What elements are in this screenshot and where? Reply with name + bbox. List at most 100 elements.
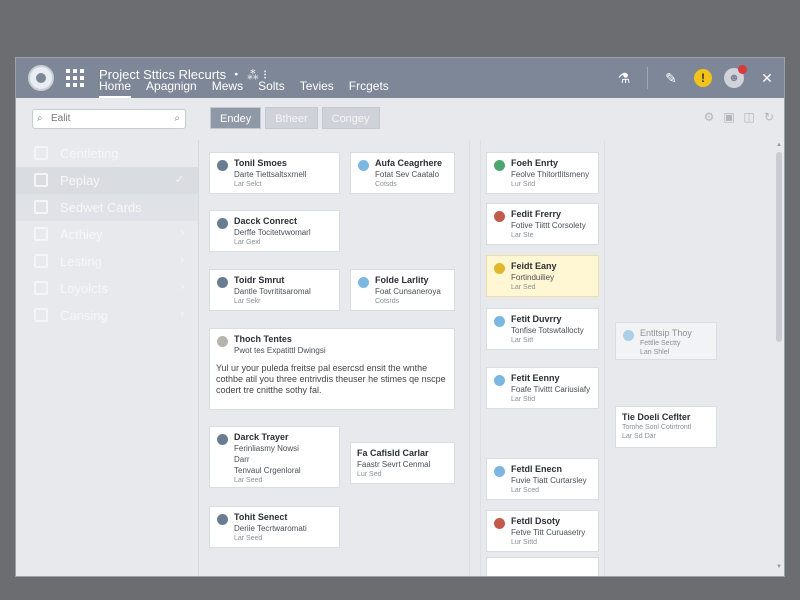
search-submit-icon[interactable]: ⌕ <box>174 113 180 124</box>
shield-icon <box>34 308 48 322</box>
sidebar-item-lesting[interactable]: Lesting › <box>16 248 198 275</box>
nav-tevies[interactable]: Tevies <box>300 79 334 98</box>
card[interactable]: Tie Doeli Ceflter Tomhe Sonl Cotirtrontl… <box>615 406 717 448</box>
search-input[interactable]: ⌕ Ealit ⌕ <box>32 109 186 129</box>
scrollbar-thumb[interactable] <box>776 152 782 342</box>
card[interactable]: Fetit Eenny Foafe Tivittt Cariusiafy Lar… <box>486 367 599 409</box>
card-meta: Lar Sekr <box>234 298 261 305</box>
scroll-down-icon[interactable]: ▼ <box>776 564 782 570</box>
card[interactable]: Toidr Smrut Dantle Tovrititsaromal Lar S… <box>209 269 340 311</box>
notification-dot <box>738 65 747 74</box>
nav-home[interactable]: Home <box>99 79 132 98</box>
card-meta: Lar Sitt <box>511 337 534 344</box>
view-button-btheer[interactable]: Btheer <box>265 107 318 129</box>
settings-icon[interactable]: ⚙ <box>702 110 716 124</box>
apps-grid-icon[interactable] <box>66 69 84 87</box>
card[interactable]: Fedit Frerry Fotive Tiittt Corsolety Lar… <box>486 203 599 245</box>
flask-icon[interactable]: ⚗ <box>613 67 635 89</box>
card-title: Aufa Ceagrhere <box>375 158 443 168</box>
sidebar-item-label: Peplay <box>60 173 100 188</box>
card-title: Tie Doeli Ceflter <box>622 412 691 422</box>
close-icon[interactable]: ✕ <box>756 67 778 89</box>
card[interactable]: Fa Cafisld Carlar Faastr Sevrt Cenmal Lu… <box>350 442 455 484</box>
card-subtitle: Feolve Thitortlitsmeny <box>511 170 590 179</box>
card-meta: Lar Ste <box>511 232 534 239</box>
chevron-right-icon: › <box>180 308 184 320</box>
sidebar-item-acthiey[interactable]: Acthiey › <box>16 221 198 248</box>
sidebar-item-label: Loyolcts <box>60 281 108 296</box>
card[interactable]: Fetit Duvrry Tonfise Totswtallocty Lar S… <box>486 308 599 350</box>
list-icon <box>34 254 48 268</box>
card-meta: Lar Selct <box>234 181 262 188</box>
user-avatar-icon <box>217 277 228 288</box>
card[interactable]: Tonil Smoes Darte Tiettsaltsxrnell Lar S… <box>209 152 340 194</box>
edit-icon[interactable]: ✎ <box>660 67 682 89</box>
building-icon <box>34 146 48 160</box>
card-title: Fetdl Dsoty <box>511 516 561 526</box>
nav-solts[interactable]: Solts <box>258 79 285 98</box>
card[interactable]: Fetdl Enecn Fuvie Tiatt Curtarsley Lar S… <box>486 458 599 500</box>
card[interactable]: Folde Larlity Foat Cunsaneroya Cotsrds <box>350 269 455 311</box>
chat-icon <box>34 281 48 295</box>
card-meta: Lan Shlel <box>640 349 670 356</box>
card-subtitle: Fetve Titt Curuasetry <box>511 528 586 537</box>
nav-frcgets[interactable]: Frcgets <box>349 79 389 98</box>
scroll-up-icon[interactable]: ▲ <box>776 142 782 148</box>
sidebar-item-peplay[interactable]: Peplay ✓ <box>16 167 198 194</box>
user-avatar[interactable]: ☻ <box>724 65 747 88</box>
card-subtitle: Deriie Tecrtwaromati <box>234 524 307 533</box>
scrollbar[interactable]: ▲ ▼ <box>776 142 782 570</box>
sidebar-item-label: Centleting <box>60 146 119 161</box>
app-logo[interactable] <box>28 65 54 91</box>
user-avatar-icon <box>217 218 228 229</box>
card-title: Tohit Senect <box>234 512 288 522</box>
card-highlighted[interactable]: Feidt Eany Fortinduiliey Lar Sed <box>486 255 599 297</box>
sidebar-item-sedwet-cards[interactable]: Sedwet Cards <box>16 194 198 221</box>
card-meta: Cotsrds <box>375 298 400 305</box>
card[interactable]: Dacck Conrect Derffe Tocitetvwomarl Lar … <box>209 210 340 252</box>
card[interactable]: Thoch Tentes Pwot tes Expatittl Dwingsi … <box>209 328 455 410</box>
card[interactable]: Tohit Senect Deriie Tecrtwaromati Lar Se… <box>209 506 340 548</box>
sidebar-item-cansing[interactable]: Cansing › <box>16 302 198 329</box>
card[interactable]: Foeh Enrty Feolve Thitortlitsmeny Lur Si… <box>486 152 599 194</box>
globe-icon <box>494 375 505 386</box>
top-nav: Home Apagnign Mews Solts Tevies Frcgets <box>99 79 389 98</box>
card-subtitle: Fuvie Tiatt Curtarsley <box>511 476 587 485</box>
globe-icon <box>494 466 505 477</box>
column-divider <box>469 140 470 576</box>
card[interactable]: Aufa Ceagrhere Fotat Sev Caatalo Cotsds <box>350 152 455 194</box>
card-subtitle: Tonfise Totswtallocty <box>511 326 584 335</box>
card-meta: Lar Sced <box>511 487 540 494</box>
layers-icon[interactable]: ◫ <box>742 110 756 124</box>
refresh-icon[interactable]: ↻ <box>762 110 776 124</box>
card-title: Fetdl Enecn <box>511 464 563 474</box>
card-dragging[interactable]: Entltsip Thoy Fettlle Sectty Lan Shlel <box>615 322 717 360</box>
card-title: Entltsip Thoy <box>640 328 692 338</box>
view-button-endey[interactable]: Endey <box>210 107 262 129</box>
card-title: Thoch Tentes <box>234 334 292 344</box>
card[interactable]: Fetdl Dsoty Fetve Titt Curuasetry Lur Si… <box>486 510 599 552</box>
card[interactable]: Darck Trayer Ferinliasmy Nowsi Darr Tenv… <box>209 426 340 488</box>
card-meta: Lur Sed <box>357 471 382 478</box>
column-divider <box>604 140 605 576</box>
globe-icon <box>623 330 634 341</box>
nav-apagnign[interactable]: Apagnign <box>146 79 197 98</box>
sidebar-item-centleting[interactable]: Centleting <box>16 140 198 167</box>
card-meta: Lur Sittd <box>511 539 538 546</box>
card-title: Fetit Eenny <box>511 373 560 383</box>
card-partial[interactable] <box>486 557 599 576</box>
top-icons: ⚗ ✎ ! ☻ ✕ <box>613 65 778 89</box>
card-meta: Lar Seed <box>234 477 263 484</box>
view-button-congey[interactable]: Congey <box>321 107 380 129</box>
card-meta: Lur Sitd <box>511 181 536 188</box>
user-avatar-icon <box>494 211 505 222</box>
user-avatar-icon <box>494 518 505 529</box>
nav-mews[interactable]: Mews <box>212 79 243 98</box>
header-divider <box>647 67 648 89</box>
alert-icon[interactable]: ! <box>694 69 712 87</box>
card-subtitle: Darte Tiettsaltsxrnell <box>234 170 307 179</box>
image-icon[interactable]: ▣ <box>722 110 736 124</box>
user-avatar-icon <box>217 160 228 171</box>
globe-icon <box>358 277 369 288</box>
sidebar-item-loyolcts[interactable]: Loyolcts › <box>16 275 198 302</box>
